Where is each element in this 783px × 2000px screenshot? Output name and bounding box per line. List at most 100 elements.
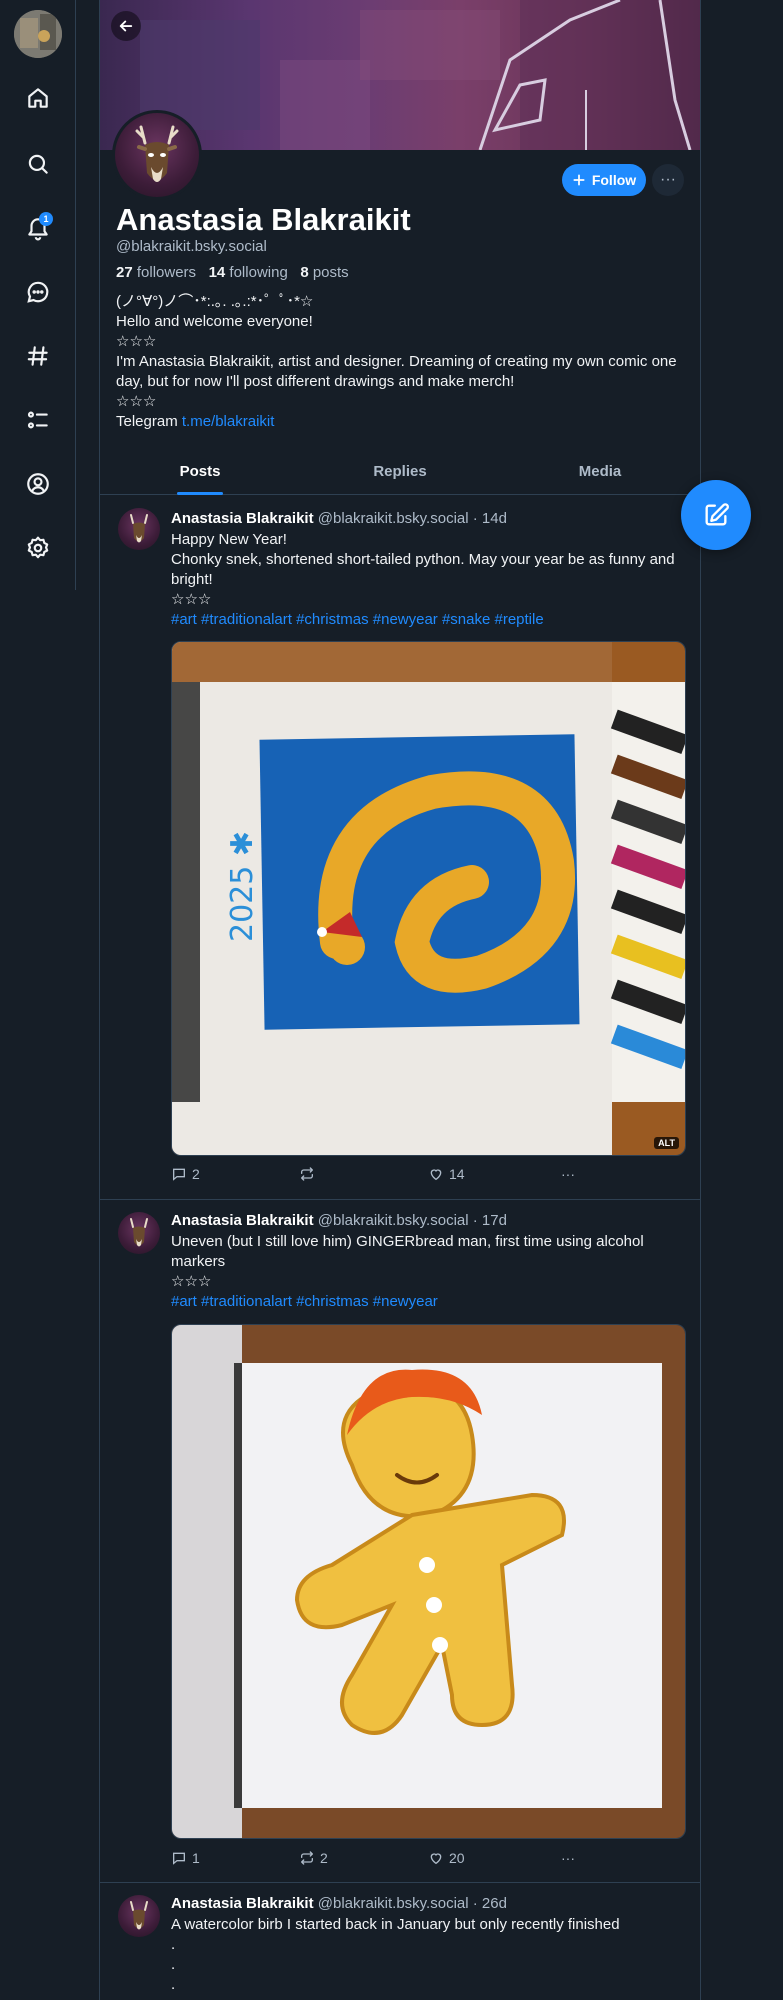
followers-link[interactable]: 27 followers — [116, 264, 196, 281]
post-author-name[interactable]: Anastasia Blakraikit — [171, 510, 314, 527]
profile-bio: (ノ°∀°)ノ⌒･*:.｡. .｡.:*･゜ﾟ･*☆ Hello and wel… — [116, 292, 686, 432]
back-button[interactable] — [111, 11, 141, 41]
home-icon — [28, 88, 48, 108]
notification-badge: 1 — [39, 212, 53, 226]
arrow-left-icon — [119, 20, 133, 32]
repost-icon — [301, 1851, 313, 1865]
post-actions: 1 2 20 ··· — [171, 1850, 686, 1870]
profile-icon — [27, 473, 49, 495]
profile-stats: 27 followers 14 following 8 posts — [116, 264, 349, 281]
post-line: . — [171, 1936, 176, 1953]
post-author-handle[interactable]: @blakraikit.bsky.social — [318, 510, 469, 527]
profile-column: Follow ··· Anastasia Blakraikit @blakrai… — [99, 0, 701, 2000]
post-hashtags[interactable]: #art #traditionalart #christmas #newyear — [171, 1292, 686, 1312]
heart-icon — [430, 1853, 442, 1865]
post-line: Chonky snek, shortened short-tailed pyth… — [171, 551, 675, 588]
post-image[interactable]: 2025 ✱ ALT — [171, 641, 686, 1156]
post-body: Uneven (but I still love him) GINGERbrea… — [171, 1232, 686, 1312]
reply-icon — [173, 1168, 185, 1181]
ellipsis-icon: ··· — [561, 1166, 575, 1182]
follow-button[interactable]: Follow — [562, 164, 646, 196]
post-hashtags[interactable]: #art #traditionalart #christmas #newyear… — [171, 610, 686, 630]
post-author-avatar[interactable] — [118, 1212, 160, 1254]
tab-replies[interactable]: Replies — [300, 454, 500, 494]
post-author-avatar[interactable] — [118, 508, 160, 550]
telegram-link[interactable]: t.me/blakraikit — [182, 413, 275, 430]
post-line: ☆☆☆ — [171, 591, 212, 608]
hashtag-icon — [27, 346, 48, 366]
post-more-button[interactable]: ··· — [561, 1850, 575, 1866]
gear-icon — [27, 536, 49, 559]
post-time[interactable]: · 14d — [473, 510, 507, 527]
compose-post-button[interactable] — [681, 480, 751, 550]
profile-tabs: Posts Replies Media — [100, 454, 700, 495]
svg-text:2025 ✱: 2025 ✱ — [225, 831, 260, 942]
repost-icon — [301, 1167, 313, 1181]
ellipsis-icon: ··· — [660, 171, 676, 188]
tab-posts[interactable]: Posts — [100, 454, 300, 495]
nav-home[interactable] — [18, 78, 58, 118]
bio-line: ☆☆☆ — [116, 333, 157, 350]
plus-icon — [573, 174, 585, 186]
post-line: Happy New Year! — [171, 531, 287, 548]
repost-button[interactable] — [299, 1166, 315, 1182]
post-image[interactable] — [171, 1324, 686, 1839]
post-body: Happy New Year! Chonky snek, shortened s… — [171, 530, 686, 630]
post-time[interactable]: · 26d — [473, 1895, 507, 1912]
post-author-name[interactable]: Anastasia Blakraikit — [171, 1212, 314, 1229]
ellipsis-icon: ··· — [561, 1850, 575, 1866]
search-icon — [28, 154, 48, 174]
post-line: . — [171, 1956, 176, 1973]
bio-line: Hello and welcome everyone! — [116, 313, 313, 330]
reply-button[interactable]: 1 — [171, 1850, 200, 1866]
post-line: . — [171, 1976, 176, 1993]
profile-display-name: Anastasia Blakraikit — [116, 202, 411, 237]
bio-line: Telegram t.me/blakraikit — [116, 413, 275, 430]
profile-avatar[interactable] — [112, 110, 202, 200]
post-divider — [100, 1199, 700, 1200]
like-button[interactable]: 20 — [428, 1850, 465, 1866]
chat-icon — [27, 281, 49, 303]
post-line: ☆☆☆ — [171, 1273, 212, 1290]
like-button[interactable]: 14 — [428, 1166, 465, 1182]
post-author-name[interactable]: Anastasia Blakraikit — [171, 1895, 314, 1912]
left-sidebar: 1 — [0, 0, 76, 590]
posts-count: 8 posts — [300, 264, 349, 281]
post-more-button[interactable]: ··· — [561, 1166, 575, 1182]
profile-handle: @blakraikit.bsky.social — [116, 238, 267, 255]
nav-lists[interactable] — [18, 400, 58, 440]
post-header: Anastasia Blakraikit @blakraikit.bsky.so… — [171, 1212, 507, 1229]
reply-icon — [173, 1852, 185, 1865]
nav-notifications[interactable]: 1 — [18, 208, 58, 248]
nav-search[interactable] — [18, 144, 58, 184]
bio-line: ☆☆☆ — [116, 393, 157, 410]
post-author-handle[interactable]: @blakraikit.bsky.social — [318, 1895, 469, 1912]
post-divider — [100, 1882, 700, 1883]
active-tab-indicator — [177, 492, 223, 495]
post-time[interactable]: · 17d — [473, 1212, 507, 1229]
post-line: A watercolor birb I started back in Janu… — [171, 1916, 620, 1933]
post-header: Anastasia Blakraikit @blakraikit.bsky.so… — [171, 1895, 507, 1912]
profile-more-button[interactable]: ··· — [652, 164, 684, 196]
repost-button[interactable]: 2 — [299, 1850, 328, 1866]
nav-chat[interactable] — [18, 272, 58, 312]
post-author-handle[interactable]: @blakraikit.bsky.social — [318, 1212, 469, 1229]
post-line: Uneven (but I still love him) GINGERbrea… — [171, 1233, 644, 1270]
follow-label: Follow — [591, 172, 637, 188]
post-author-avatar[interactable] — [118, 1895, 160, 1937]
list-icon — [27, 411, 48, 429]
following-link[interactable]: 14 following — [209, 264, 288, 281]
nav-profile[interactable] — [18, 464, 58, 504]
current-user-avatar[interactable] — [14, 10, 62, 58]
tab-media[interactable]: Media — [500, 454, 700, 494]
bio-line: (ノ°∀°)ノ⌒･*:.｡. .｡.:*･゜ﾟ･*☆ — [116, 293, 314, 310]
bio-line: I'm Anastasia Blakraikit, artist and des… — [116, 353, 677, 390]
alt-text-badge[interactable]: ALT — [654, 1137, 679, 1149]
post-actions: 2 14 ··· — [171, 1166, 686, 1186]
nav-settings[interactable] — [18, 528, 58, 568]
compose-icon — [705, 503, 729, 526]
nav-feeds[interactable] — [18, 336, 58, 376]
post-body: A watercolor birb I started back in Janu… — [171, 1915, 686, 1995]
reply-button[interactable]: 2 — [171, 1166, 200, 1182]
post-header: Anastasia Blakraikit @blakraikit.bsky.so… — [171, 510, 507, 527]
